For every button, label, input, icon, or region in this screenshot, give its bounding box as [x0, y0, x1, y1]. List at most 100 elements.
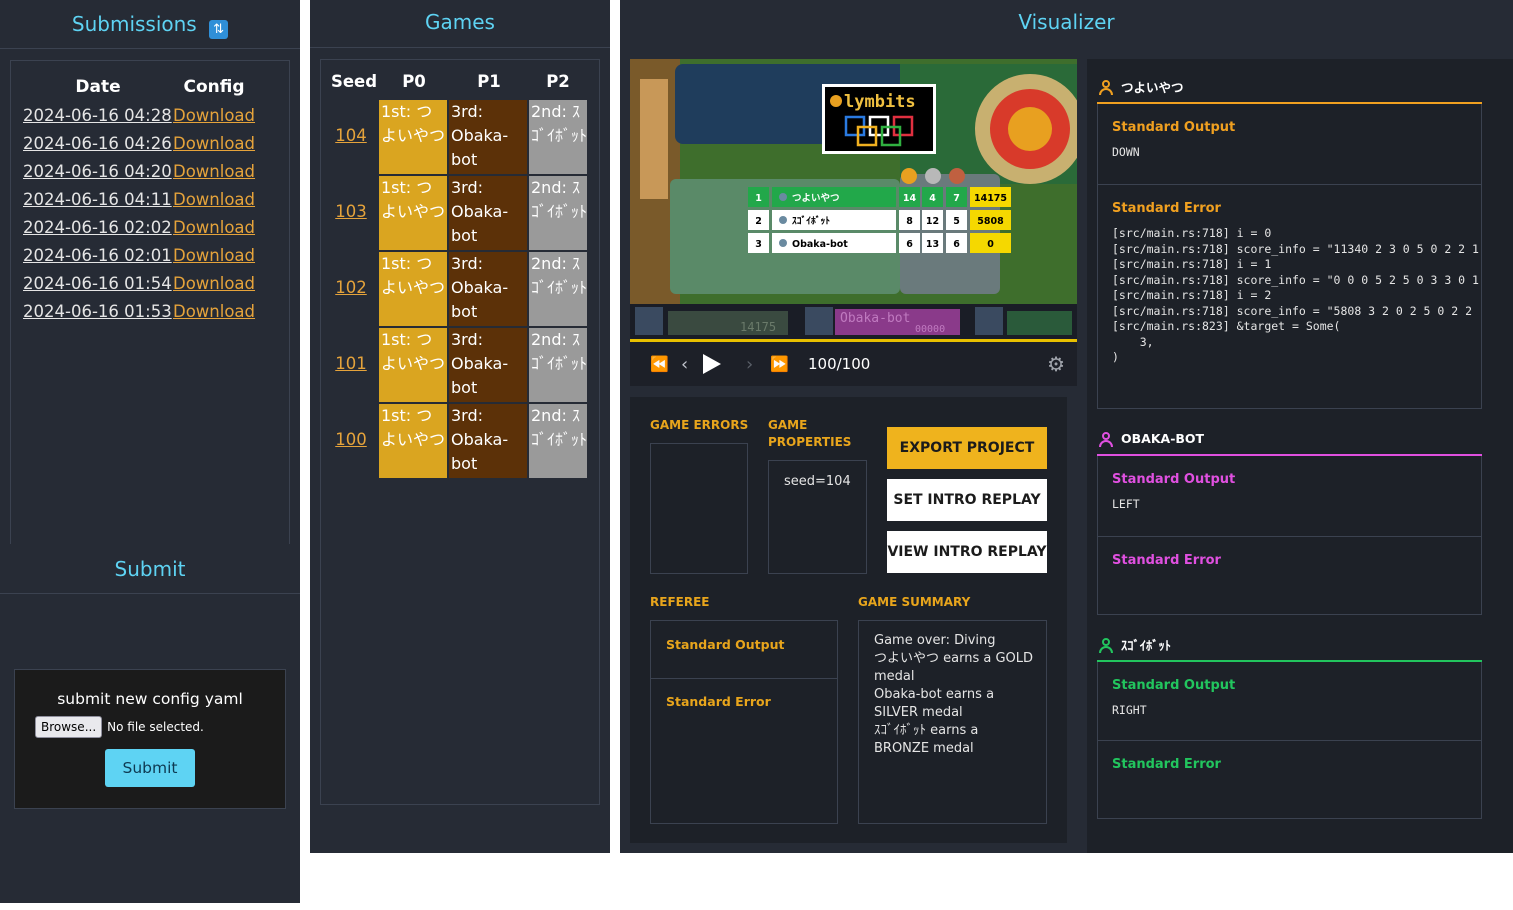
refresh-icon[interactable]: ⇅ — [209, 20, 229, 39]
olymbits-logo: lymbits — [822, 84, 936, 154]
referee-stderr-label: Standard Error — [666, 694, 771, 709]
game-properties-box: seed=104 — [768, 460, 867, 574]
game-row: 104 1st: つよいやつ 3rd: Obaka-bot 2nd: ｽｺﾞｲﾎ… — [329, 100, 587, 176]
scoreboard-s: 12 — [926, 216, 939, 227]
scoreboard-name: つよいやつ — [792, 193, 840, 204]
file-status: No file selected. — [107, 720, 204, 734]
p0-result: 1st: つよいやつ — [379, 176, 447, 250]
submission-date-link[interactable]: 2024-06-16 04:11 — [23, 190, 172, 209]
summary-line: Obaka-bot earns a — [874, 687, 995, 702]
seed-link[interactable]: 102 — [329, 278, 373, 297]
summary-line: BRONZE medal — [874, 741, 974, 756]
avatar — [779, 216, 787, 224]
download-link[interactable]: Download — [173, 106, 255, 125]
step-back-icon[interactable]: ‹ — [681, 354, 693, 375]
player-output: OBAKA-BOT Standard Output LEFT Standard … — [1097, 423, 1482, 615]
p2-result: 2nd: ｽｺﾞｲﾎﾞｯﾄ — [529, 252, 587, 326]
stdout-label: Standard Output — [1112, 472, 1236, 487]
visualizer-panel: Visualizer 14175 Obaka-bot 00000 lymbits… — [620, 0, 1513, 853]
referee-label: REFEREE — [650, 595, 710, 609]
games-title: Games — [310, 0, 610, 48]
submission-date-link[interactable]: 2024-06-16 01:54 — [23, 274, 172, 293]
skip-back-icon[interactable]: ⏪ — [650, 355, 669, 373]
download-link[interactable]: Download — [173, 190, 255, 209]
stdout-value: DOWN — [1112, 145, 1140, 159]
player-output-box: Standard Output LEFT Standard Error — [1097, 456, 1482, 615]
p2-result: 2nd: ｽｺﾞｲﾎﾞｯﾄ — [529, 100, 587, 174]
stdout-section: Standard Output LEFT — [1098, 456, 1481, 536]
download-link[interactable]: Download — [173, 162, 255, 181]
download-link[interactable]: Download — [173, 246, 255, 265]
submit-button[interactable]: Submit — [105, 749, 195, 787]
seed-link[interactable]: 103 — [329, 202, 373, 221]
player-output-box: Standard Output DOWN Standard Error [src… — [1097, 104, 1482, 409]
table-row: 2024-06-16 02:01 Download — [23, 241, 255, 269]
date-cell: 2024-06-16 02:02 — [23, 213, 173, 241]
upload-label: submit new config yaml — [57, 690, 243, 708]
submission-date-link[interactable]: 2024-06-16 04:28 — [23, 106, 172, 125]
submit-header: Submit — [0, 545, 300, 594]
stdout-value: RIGHT — [1112, 703, 1147, 717]
p1-column-header: P1 — [477, 72, 501, 91]
download-link[interactable]: Download — [173, 274, 255, 293]
game-scene: 14175 Obaka-bot 00000 lymbits 1 つよいやつ 14 4 7 — [630, 59, 1077, 342]
table-row: 2024-06-16 04:26 Download — [23, 129, 255, 157]
stdout-section: Standard Output RIGHT — [1098, 662, 1481, 740]
medal-icons — [901, 168, 965, 184]
p1-result: 3rd: Obaka-bot — [449, 100, 527, 174]
view-intro-replay-button[interactable]: VIEW INTRO REPLAY — [887, 531, 1047, 573]
summary-line: Game over: Diving — [874, 633, 996, 648]
stderr-label: Standard Error — [1112, 201, 1221, 216]
gear-icon[interactable]: ⚙ — [1047, 352, 1065, 376]
game-viewer[interactable]: 14175 Obaka-bot 00000 lymbits 1 つよいやつ 14 4 7 — [630, 59, 1077, 342]
config-column-header: Config — [183, 77, 245, 97]
date-cell: 2024-06-16 01:54 — [23, 269, 173, 297]
date-column-header: Date — [75, 77, 121, 97]
submissions-panel: Submissions ⇅ Date Config 2024-06-16 04:… — [0, 0, 300, 903]
p2-result: 2nd: ｽｺﾞｲﾎﾞｯﾄ — [529, 404, 587, 478]
submission-date-link[interactable]: 2024-06-16 04:20 — [23, 162, 172, 181]
download-link[interactable]: Download — [173, 218, 255, 237]
user-icon — [1099, 637, 1113, 653]
p1-result: 3rd: Obaka-bot — [449, 176, 527, 250]
p2-column-header: P2 — [546, 72, 570, 91]
p2-result: 2nd: ｽｺﾞｲﾎﾞｯﾄ — [529, 328, 587, 402]
play-icon[interactable] — [703, 354, 721, 374]
summary-line: つよいやつ earns a GOLD — [874, 651, 1034, 666]
game-row: 103 1st: つよいやつ 3rd: Obaka-bot 2nd: ｽｺﾞｲﾎ… — [329, 176, 587, 252]
submission-date-link[interactable]: 2024-06-16 02:01 — [23, 246, 172, 265]
export-project-button[interactable]: EXPORT PROJECT — [887, 427, 1047, 469]
browse-button[interactable]: Browse... — [35, 716, 103, 738]
scoreboard-name: ｽｺﾞｲﾎﾞｯﾄ — [792, 215, 830, 227]
date-cell: 2024-06-16 04:20 — [23, 157, 173, 185]
table-row: 2024-06-16 01:53 Download — [23, 297, 255, 325]
summary-line: ｽｺﾞｲﾎﾞｯﾄ earns a — [874, 723, 979, 738]
seed-link[interactable]: 101 — [329, 354, 373, 373]
submission-date-link[interactable]: 2024-06-16 02:02 — [23, 218, 172, 237]
stdout-section: Standard Output DOWN — [1098, 104, 1481, 184]
p1-result: 3rd: Obaka-bot — [449, 328, 527, 402]
table-row: 2024-06-16 04:28 Download — [23, 101, 255, 129]
visualizer-title: Visualizer — [1018, 10, 1115, 34]
scoreboard-row: 3 Obaka-bot 6 13 6 0 — [748, 233, 1011, 253]
date-cell: 2024-06-16 01:53 — [23, 297, 173, 325]
download-link[interactable]: Download — [173, 134, 255, 153]
set-intro-replay-button[interactable]: SET INTRO REPLAY — [887, 479, 1047, 521]
submission-date-link[interactable]: 2024-06-16 01:53 — [23, 302, 172, 321]
stderr-section: Standard Error — [1098, 740, 1481, 818]
bottom-score-mid: 00000 — [915, 324, 945, 335]
seed-link[interactable]: 104 — [329, 126, 373, 145]
skip-forward-icon[interactable]: ⏩ — [770, 355, 789, 373]
download-link[interactable]: Download — [173, 302, 255, 321]
player-name: ｽｺﾞｲﾎﾞｯﾄ — [1121, 638, 1172, 653]
scoreboard: 1 つよいやつ 14 4 7 14175 2 ｽｺﾞｲﾎﾞｯﾄ 8 12 5 5808 3 Obaka-b… — [748, 187, 1011, 253]
game-properties-label: GAME PROPERTIES — [768, 418, 852, 449]
config-cell: Download — [173, 213, 255, 241]
player-output-panel: つよいやつ Standard Output DOWN Standard Erro… — [1087, 59, 1513, 853]
step-forward-icon[interactable]: › — [746, 354, 758, 375]
stderr-section: Standard Error — [1098, 536, 1481, 614]
submission-date-link[interactable]: 2024-06-16 04:26 — [23, 134, 172, 153]
scoreboard-score: 0 — [987, 239, 994, 250]
p1-result: 3rd: Obaka-bot — [449, 252, 527, 326]
seed-link[interactable]: 100 — [329, 430, 373, 449]
